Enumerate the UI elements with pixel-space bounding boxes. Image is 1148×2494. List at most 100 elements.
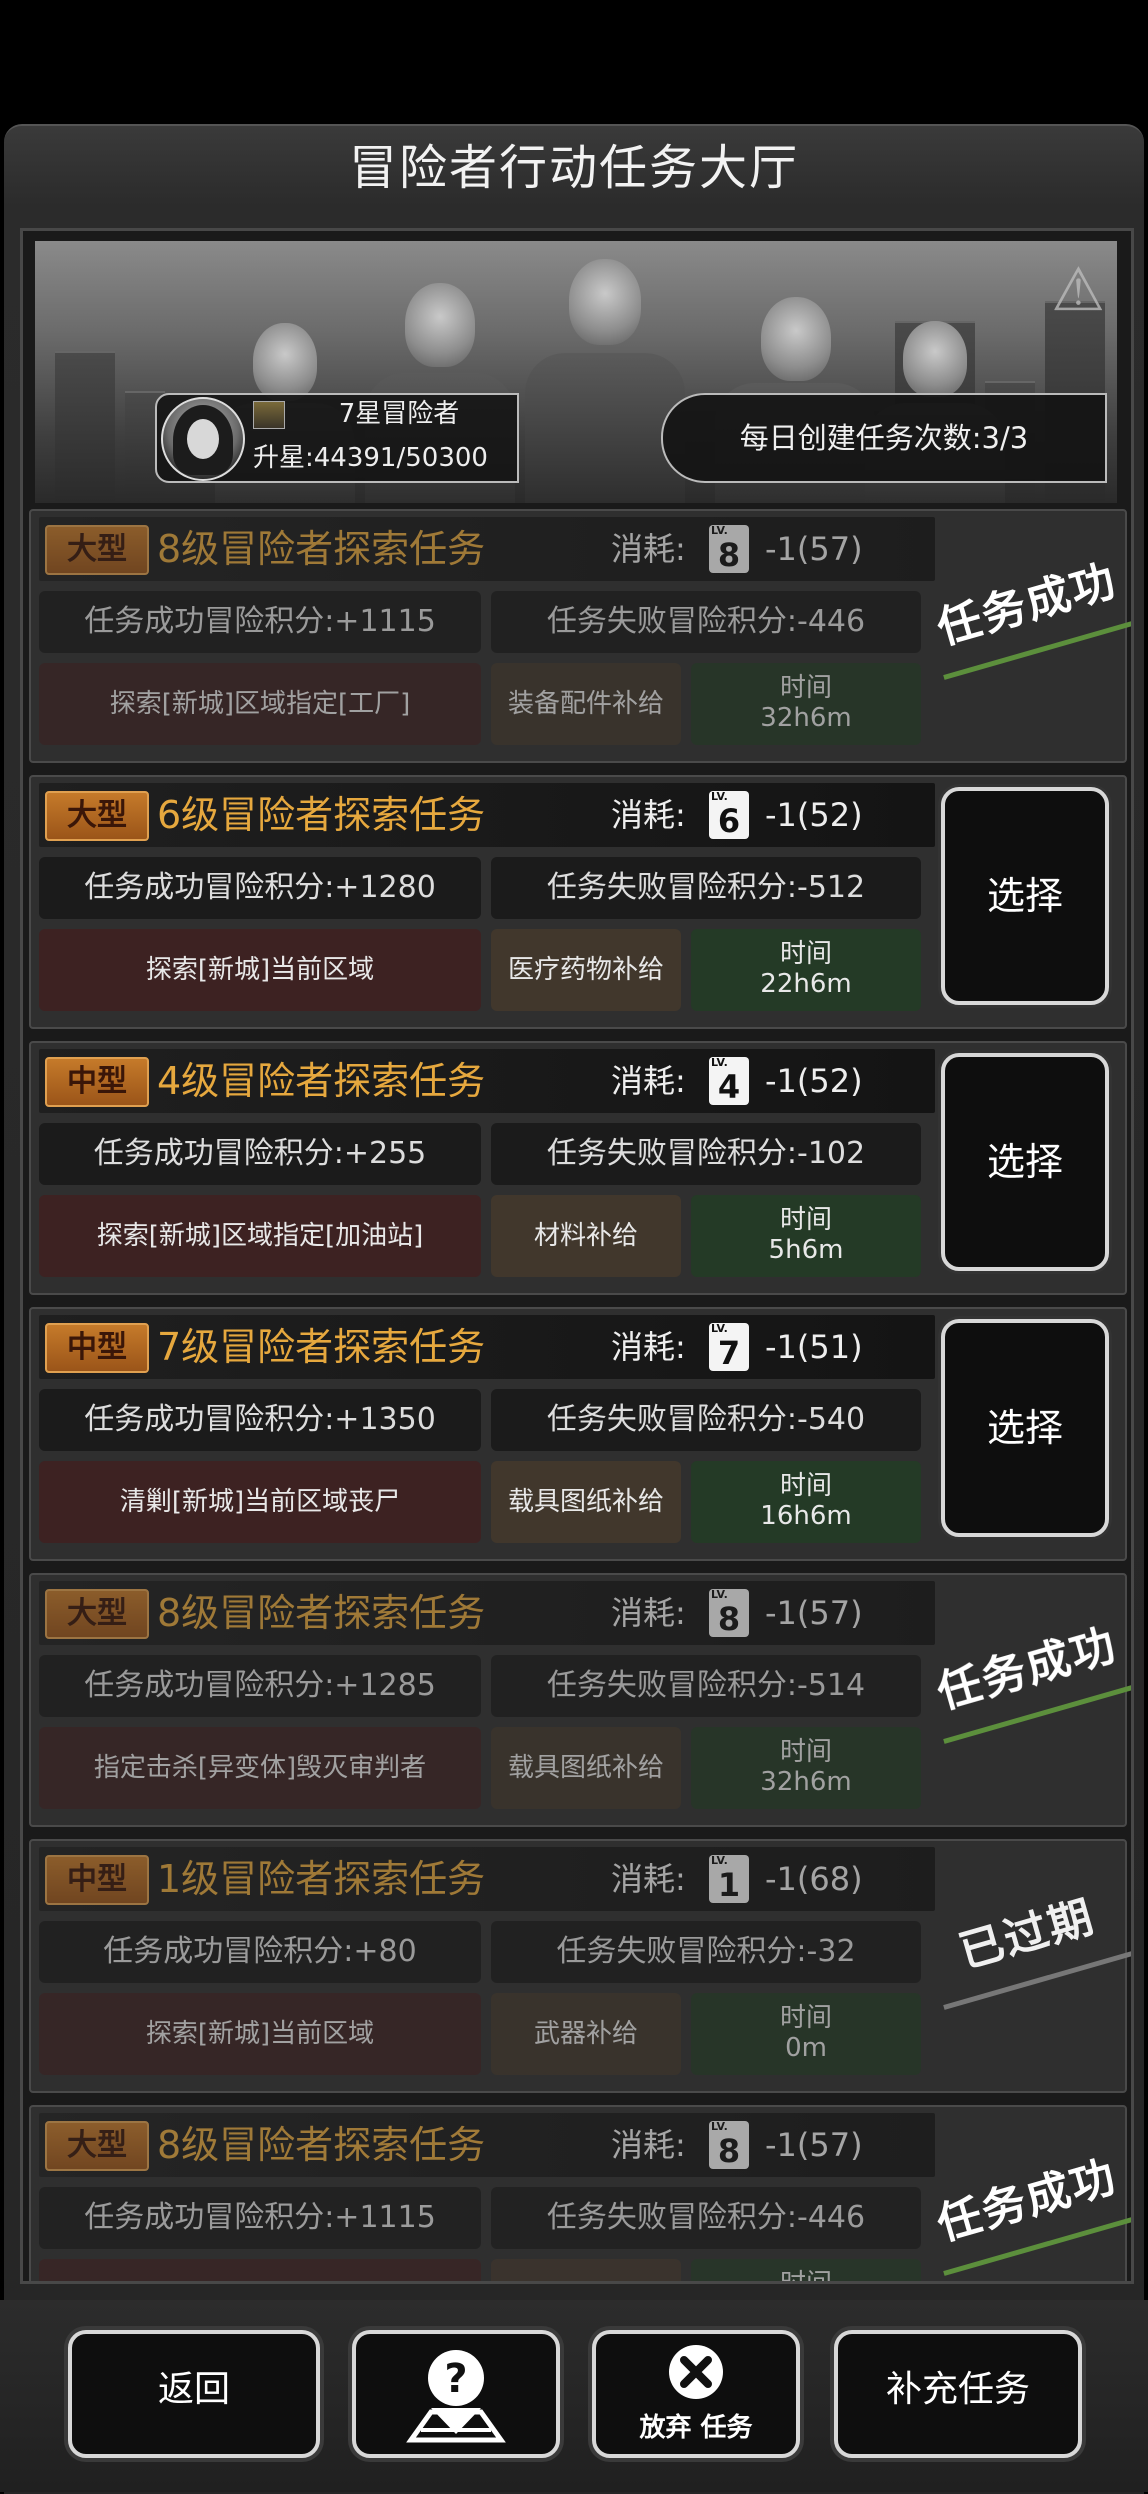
cost-value: -1(68) xyxy=(765,1860,863,1898)
task-board: ⚠ 7星冒险者 升星:44391/50300 每日创建任务次数:3/3 大型 8级… xyxy=(20,228,1134,2284)
daily-create-count: 每日创建任务次数:3/3 xyxy=(661,393,1107,483)
task-time: 时间 0m xyxy=(691,1993,921,2075)
success-score: 任务成功冒险积分:+1280 xyxy=(39,857,481,919)
task-size-badge: 大型 xyxy=(45,791,149,841)
task-size-badge: 中型 xyxy=(45,1855,149,1905)
task-card[interactable]: 大型 6级冒险者探索任务 消耗: LV. 6 -1(52) 任务成功冒险积分:+1280 任务… xyxy=(29,775,1127,1029)
task-time: 时间 16h6m xyxy=(691,1461,921,1543)
back-button[interactable]: 返回 xyxy=(68,2330,320,2458)
time-label: 时间 xyxy=(779,1737,832,1767)
task-target: 探索[新城]区域指定[加油站] xyxy=(39,1195,481,1277)
level-card-number: 8 xyxy=(717,536,741,574)
task-card[interactable]: 中型 7级冒险者探索任务 消耗: LV. 7 -1(51) 任务成功冒险积分:+1350 任务… xyxy=(29,1307,1127,1561)
task-size-badge: 大型 xyxy=(45,525,149,575)
supplement-label: 补充任务 xyxy=(885,2369,1030,2410)
task-size-badge: 大型 xyxy=(45,2121,149,2171)
task-name: 1级冒险者探索任务 xyxy=(157,1857,486,1901)
back-label: 返回 xyxy=(157,2369,230,2410)
player-rank: 7星冒险者 xyxy=(338,399,460,429)
level-card-number: 1 xyxy=(717,1866,741,1904)
cost-label: 消耗: xyxy=(611,1062,686,1100)
time-value: 0m xyxy=(785,2033,827,2063)
task-time: 时间 32h6m xyxy=(691,663,921,745)
cost-label: 消耗: xyxy=(611,796,686,834)
level-card-icon: LV. 8 xyxy=(709,2121,749,2169)
success-score: 任务成功冒险积分:+1115 xyxy=(39,591,481,653)
help-button[interactable]: ? xyxy=(352,2330,560,2458)
task-header: 大型 8级冒险者探索任务 消耗: LV. 8 -1(57) xyxy=(39,517,935,581)
task-status-stamp: 任务成功 xyxy=(921,1607,1131,1744)
success-score: 任务成功冒险积分:+1285 xyxy=(39,1655,481,1717)
cost-value: -1(57) xyxy=(765,1594,863,1632)
cost-value: -1(52) xyxy=(765,796,863,834)
rank-badge-icon xyxy=(253,401,285,429)
success-score: 任务成功冒险积分:+1115 xyxy=(39,2187,481,2249)
cost-label: 消耗: xyxy=(611,1860,686,1898)
success-score: 任务成功冒险积分:+80 xyxy=(39,1921,481,1983)
task-target: 清剿[新城]当前区域丧尸 xyxy=(39,1461,481,1543)
abandon-task-button[interactable]: 放弃 任务 xyxy=(592,2330,800,2458)
avatar[interactable] xyxy=(161,397,245,481)
task-supply: 材料补给 xyxy=(491,1195,681,1277)
fail-score: 任务失败冒险积分:-540 xyxy=(491,1389,921,1451)
task-status-stamp: 已过期 xyxy=(921,1873,1131,2010)
fail-score: 任务失败冒险积分:-446 xyxy=(491,2187,921,2249)
time-value: 5h6m xyxy=(768,1235,844,1265)
task-size-badge: 中型 xyxy=(45,1323,149,1373)
fail-score: 任务失败冒险积分:-102 xyxy=(491,1123,921,1185)
task-header: 大型 8级冒险者探索任务 消耗: LV. 8 -1(57) xyxy=(39,2113,935,2177)
task-target: 探索[新城]区域指定[工厂] xyxy=(39,663,481,745)
select-task-button[interactable]: 选择 xyxy=(941,787,1109,1005)
task-time: 时间 32h6m xyxy=(691,1727,921,1809)
upstar-progress: 升星:44391/50300 xyxy=(253,443,488,473)
task-header: 大型 8级冒险者探索任务 消耗: LV. 8 -1(57) xyxy=(39,1581,935,1645)
task-target xyxy=(39,2259,481,2281)
cost-label: 消耗: xyxy=(611,1594,686,1632)
task-supply: 装备配件补给 xyxy=(491,663,681,745)
select-task-button[interactable]: 选择 xyxy=(941,1053,1109,1271)
task-name: 7级冒险者探索任务 xyxy=(157,1325,486,1369)
task-status-stamp: 任务成功 xyxy=(921,2139,1131,2276)
player-profile[interactable]: 7星冒险者 升星:44391/50300 xyxy=(155,393,519,483)
task-supply: 武器补给 xyxy=(491,1993,681,2075)
cost-value: -1(57) xyxy=(765,2126,863,2164)
question-map-icon: ? xyxy=(406,2350,506,2443)
x-circle-icon xyxy=(669,2345,723,2399)
level-card-number: 7 xyxy=(717,1334,741,1372)
task-card[interactable]: 中型 4级冒险者探索任务 消耗: LV. 4 -1(52) 任务成功冒险积分:+255 任务失… xyxy=(29,1041,1127,1295)
fail-score: 任务失败冒险积分:-514 xyxy=(491,1655,921,1717)
task-name: 8级冒险者探索任务 xyxy=(157,1591,486,1635)
fail-score: 任务失败冒险积分:-512 xyxy=(491,857,921,919)
task-name: 6级冒险者探索任务 xyxy=(157,793,486,837)
success-score: 任务成功冒险积分:+255 xyxy=(39,1123,481,1185)
task-target: 探索[新城]当前区域 xyxy=(39,929,481,1011)
task-name: 8级冒险者探索任务 xyxy=(157,2123,486,2167)
task-status-stamp: 任务成功 xyxy=(921,543,1131,680)
level-card-number: 4 xyxy=(717,1068,741,1106)
task-target: 指定击杀[异变体]毁灭审判者 xyxy=(39,1727,481,1809)
faction-emblem-icon: ⚠ xyxy=(1051,255,1105,325)
level-card-number: 6 xyxy=(717,802,741,840)
time-label: 时间 xyxy=(779,673,832,703)
select-task-button[interactable]: 选择 xyxy=(941,1319,1109,1537)
supplement-task-button[interactable]: 补充任务 xyxy=(834,2330,1082,2458)
task-size-badge: 中型 xyxy=(45,1057,149,1107)
abandon-label: 放弃 任务 xyxy=(639,2413,753,2443)
task-size-badge: 大型 xyxy=(45,1589,149,1639)
time-label: 时间 xyxy=(779,2003,832,2033)
task-name: 8级冒险者探索任务 xyxy=(157,527,486,571)
page-title: 冒险者行动任务大厅 xyxy=(348,140,799,196)
time-label: 时间 xyxy=(779,1471,832,1501)
time-label: 时间 xyxy=(779,1205,832,1235)
time-value: 32h6m xyxy=(760,1767,852,1797)
time-label: 时间 xyxy=(779,2269,832,2284)
level-card-icon: LV. 8 xyxy=(709,1589,749,1637)
task-card: 大型 8级冒险者探索任务 消耗: LV. 8 -1(57) 任务成功冒险积分:+1285 任务… xyxy=(29,1573,1131,1827)
time-label: 时间 xyxy=(779,939,832,969)
level-card-icon: LV. 6 xyxy=(709,791,749,839)
task-header: 中型 7级冒险者探索任务 消耗: LV. 7 -1(51) xyxy=(39,1315,935,1379)
task-header: 大型 6级冒险者探索任务 消耗: LV. 6 -1(52) xyxy=(39,783,935,847)
time-value: 16h6m xyxy=(760,1501,852,1531)
success-score: 任务成功冒险积分:+1350 xyxy=(39,1389,481,1451)
time-value: 32h6m xyxy=(760,703,852,733)
